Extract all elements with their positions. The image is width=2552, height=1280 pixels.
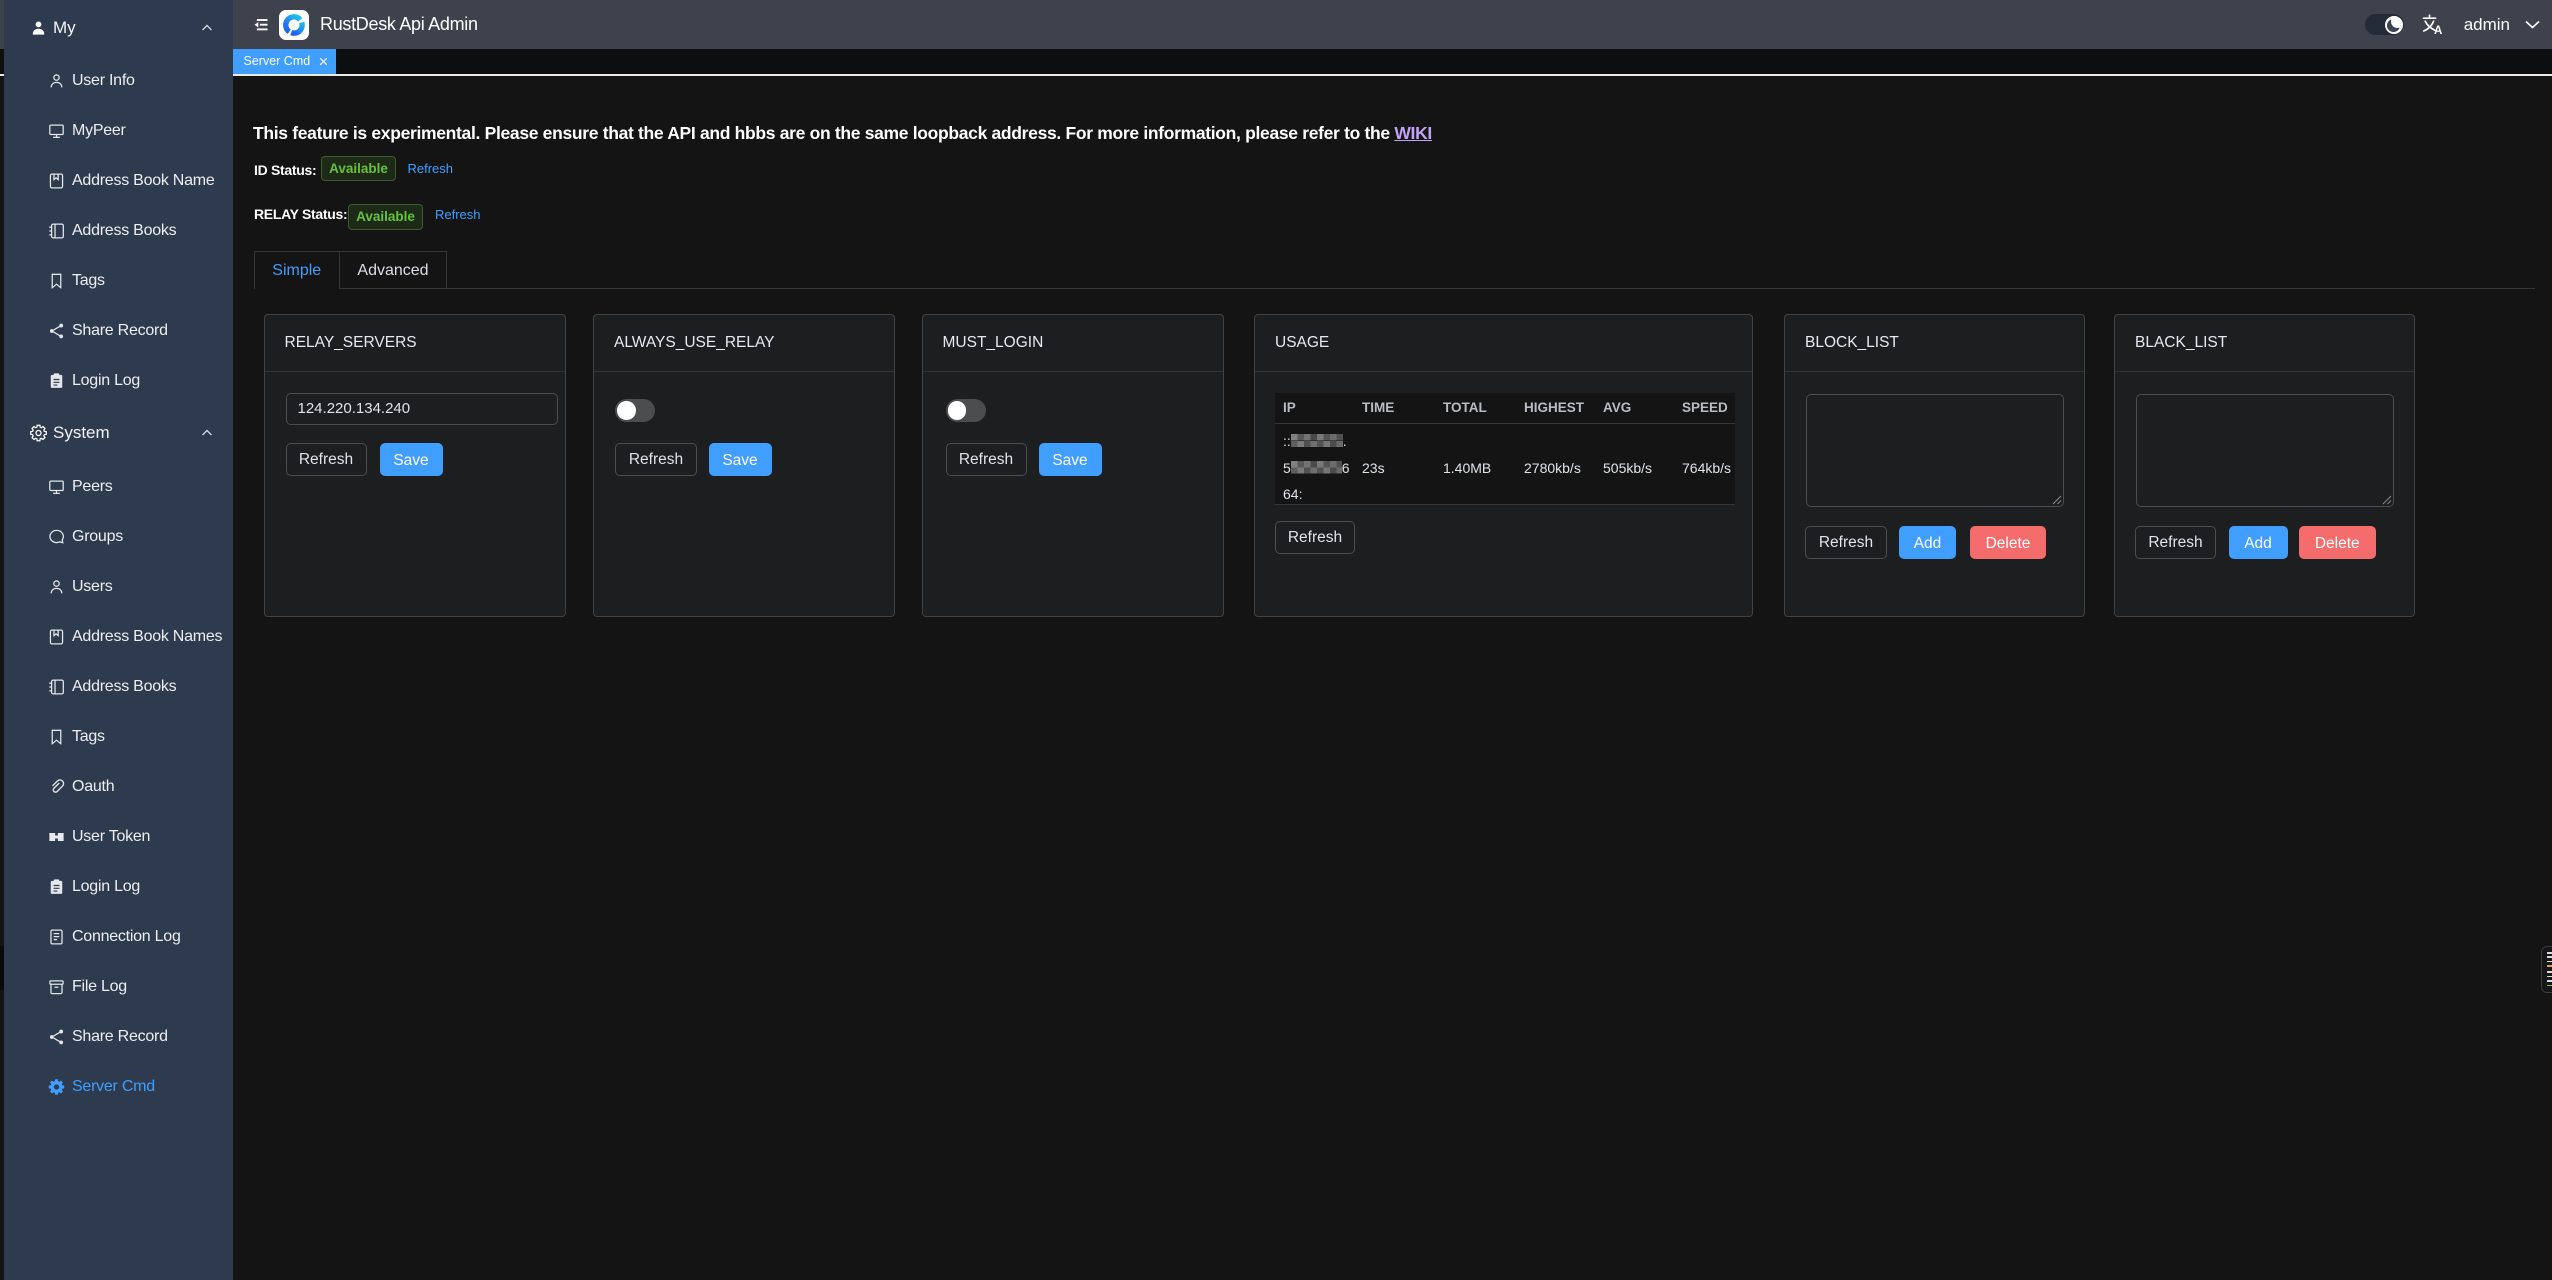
svg-text:A: A (2434, 25, 2442, 36)
